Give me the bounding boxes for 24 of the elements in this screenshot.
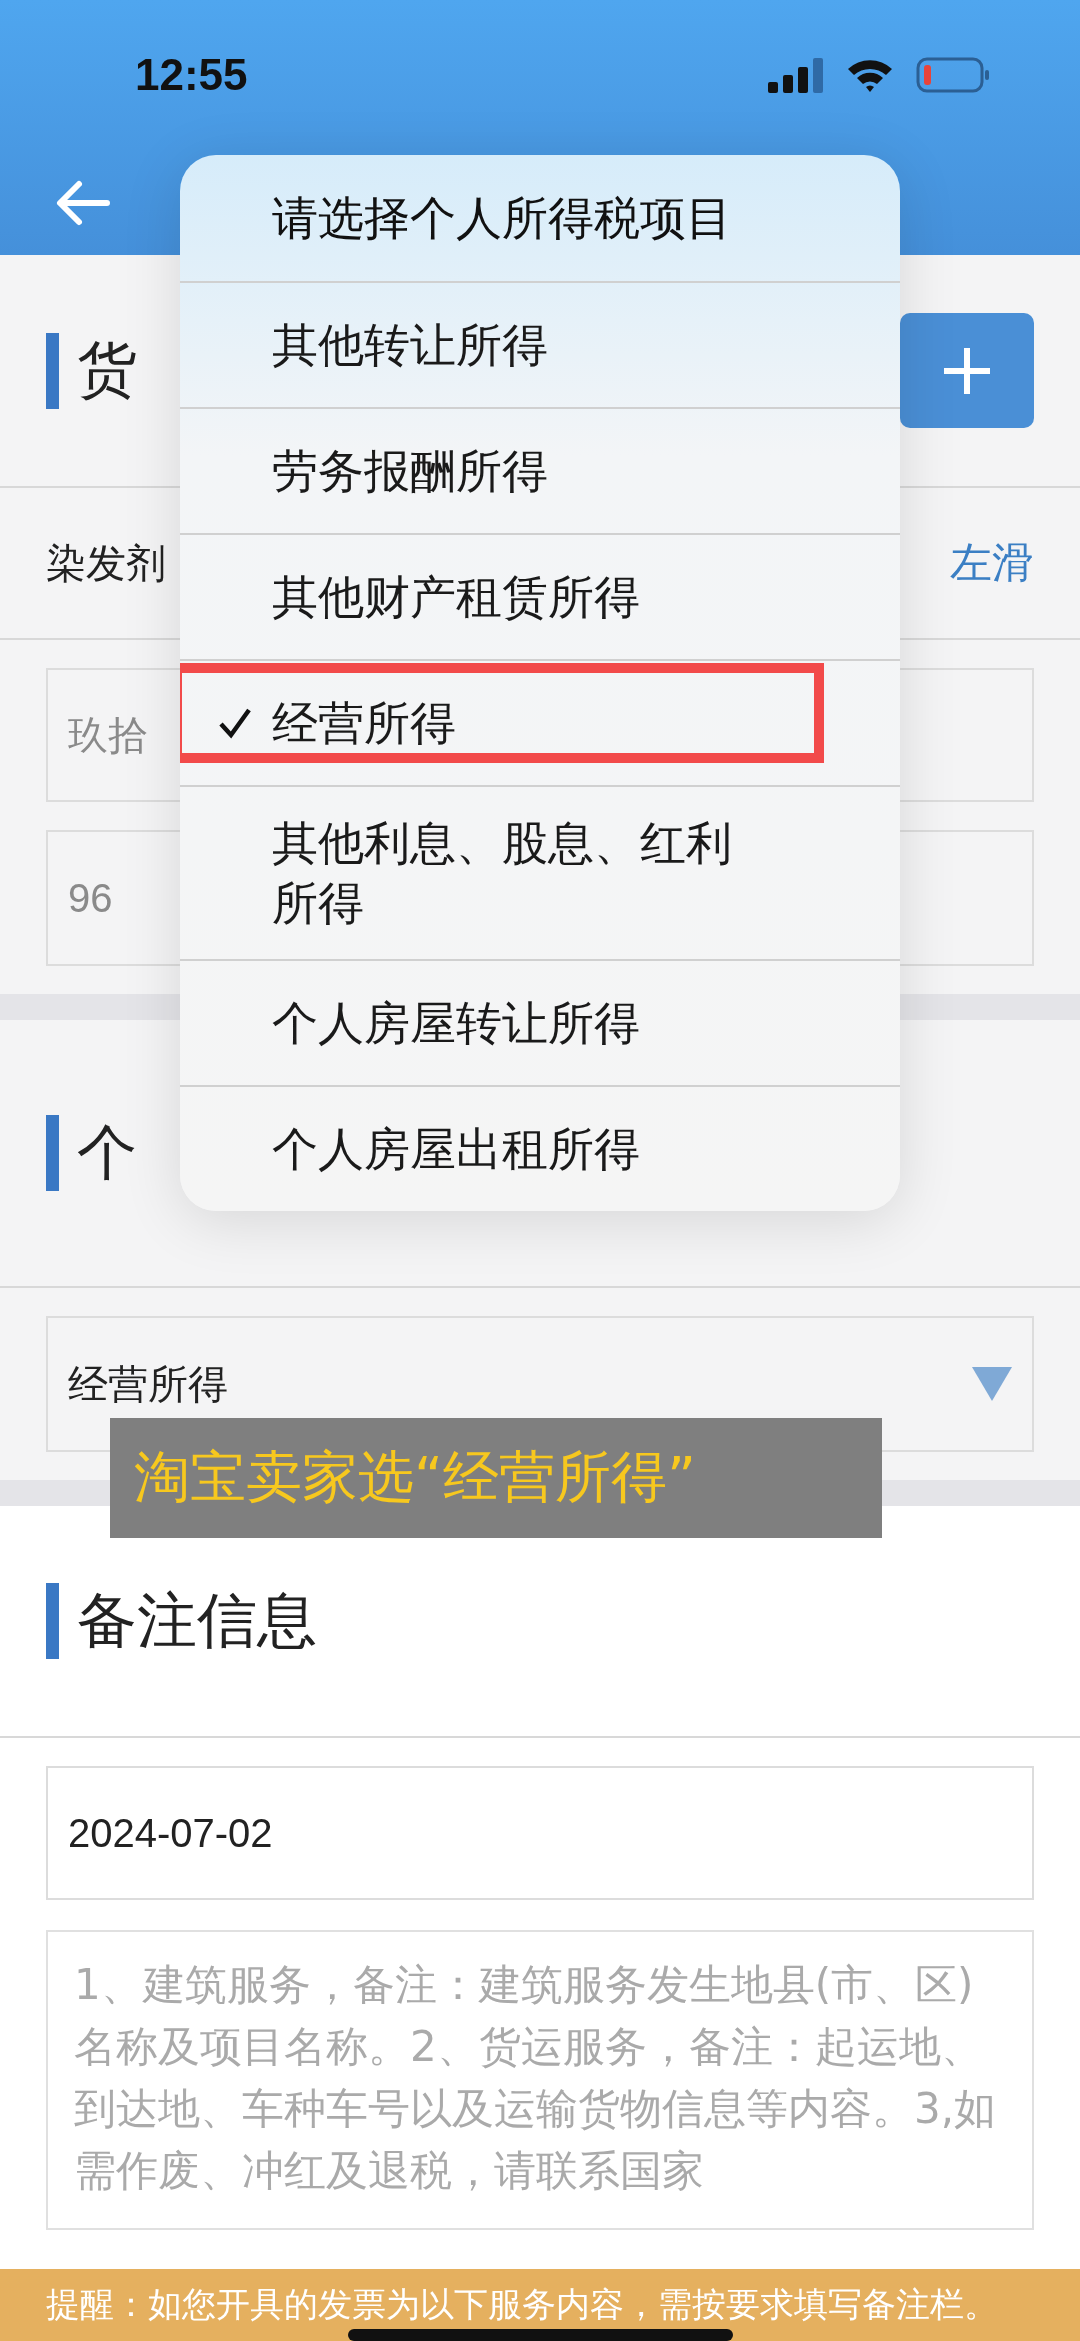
dropdown-option[interactable]: 劳务报酬所得 (180, 407, 900, 533)
battery-icon (916, 57, 990, 93)
dropdown-option[interactable]: 请选择个人所得税项目 (180, 155, 900, 281)
dropdown-option[interactable]: 其他利息、股息、红利所得 (180, 785, 900, 959)
dropdown-option[interactable]: 个人房屋出租所得 (180, 1085, 900, 1211)
status-time: 12:55 (135, 50, 248, 100)
signal-icon (768, 57, 824, 93)
wifi-icon (846, 57, 894, 93)
dropdown-option[interactable]: 经营所得 (180, 659, 900, 785)
add-button[interactable] (900, 313, 1034, 428)
dropdown-option[interactable]: 其他财产租赁所得 (180, 533, 900, 659)
dropdown-option[interactable]: 其他转让所得 (180, 281, 900, 407)
dropdown-triangle-icon (972, 1367, 1012, 1401)
dropdown-option[interactable]: 个人房屋转让所得 (180, 959, 900, 1085)
section-title: 备注信息 (77, 1583, 317, 1657)
date-field[interactable]: 2024-07-02 (46, 1766, 1034, 1900)
item-name: 染发剂 (46, 538, 166, 588)
section-title: 个 (77, 1115, 137, 1189)
swipe-hint: 左滑 (950, 537, 1034, 589)
reminder-text: 提醒：如您开具的发票为以下服务内容，需按要求填写备注栏。 (46, 2283, 998, 2326)
back-arrow-icon[interactable] (55, 178, 111, 227)
remarks-field[interactable]: 1、建筑服务，备注：建筑服务发生地县(市、区)名称及项目名称。2、货运服务，备注：起运地、到达地、车种车号以及运输货物信息等内容。3,如需作废、冲红及退税，请联系国家 (46, 1930, 1034, 2230)
section-title: 货 (77, 333, 137, 406)
checkmark-icon (218, 706, 252, 740)
